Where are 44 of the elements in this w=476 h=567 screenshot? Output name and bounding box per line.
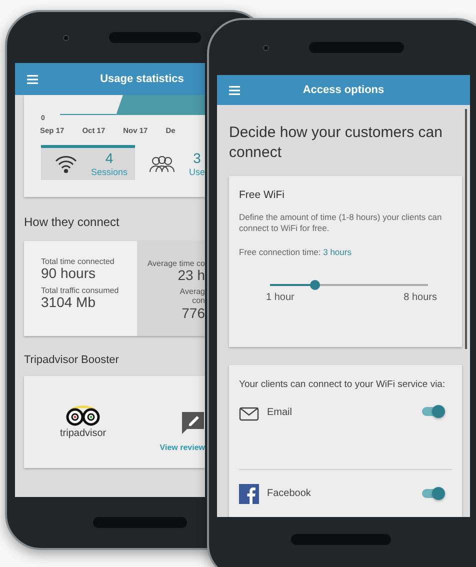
- time-value-link[interactable]: 3 hours: [323, 246, 352, 257]
- camera-icon: [63, 34, 69, 40]
- connection-time-text: Free connection time: 3 hours: [239, 246, 352, 258]
- stat-caption: con: [192, 296, 205, 306]
- section-heading: How they connect: [24, 215, 120, 231]
- page-heading: Decide how your customers can connect: [229, 123, 444, 164]
- toggle-switch[interactable]: [422, 489, 444, 498]
- wifi-icon: [55, 155, 77, 173]
- stat-caption: Total traffic consumed: [41, 286, 120, 296]
- stat-value: 3: [193, 150, 201, 167]
- screen-title: Usage statistics: [99, 73, 185, 85]
- method-label: Facebook: [267, 488, 311, 500]
- stat-caption: Average time co: [147, 258, 205, 268]
- stat-caption: Averag: [180, 286, 205, 296]
- slider-thumb[interactable]: [310, 280, 320, 290]
- card-title: Free WiFi: [239, 188, 286, 202]
- stat-amount: 776: [182, 306, 205, 321]
- users-icon: [148, 155, 175, 173]
- stat-amount: 3104 Mb: [41, 295, 96, 310]
- stat-tile[interactable]: 4 Sessions: [41, 145, 135, 180]
- screen-title: Access options: [302, 84, 386, 96]
- stat-tile[interactable]: 3 Use: [148, 145, 205, 180]
- toggle-switch[interactable]: [422, 407, 444, 416]
- methods-intro: Your clients can connect to your WiFi service via:: [239, 378, 446, 392]
- slider-min-label: 1 hour: [266, 292, 294, 304]
- stat-amount: 23 h: [178, 268, 205, 283]
- section-heading: Tripadvisor Booster: [24, 352, 119, 367]
- menu-icon[interactable]: [27, 74, 38, 84]
- stat-label: Use: [188, 167, 205, 178]
- logo-wordmark: tripadvisor: [60, 428, 106, 440]
- stat-amount: 90 hours: [41, 266, 96, 281]
- stat-caption: Total time connected: [41, 256, 116, 266]
- owl-logo-icon: [64, 404, 102, 426]
- facebook-icon: [239, 484, 259, 504]
- stat-label: Sessions: [91, 167, 128, 178]
- card-description: Define the amount of time (1-8 hours) your clients can connect to WiFi for free.: [239, 212, 443, 235]
- view-reviews-link[interactable]: View review: [160, 443, 205, 453]
- camera-icon: [263, 44, 269, 50]
- slider-max-label: 8 hours: [404, 292, 437, 304]
- envelope-icon: [239, 407, 259, 422]
- stat-value: 4: [105, 150, 114, 167]
- method-label: Email: [267, 407, 292, 420]
- menu-icon[interactable]: [229, 86, 240, 94]
- review-icon: [181, 411, 205, 436]
